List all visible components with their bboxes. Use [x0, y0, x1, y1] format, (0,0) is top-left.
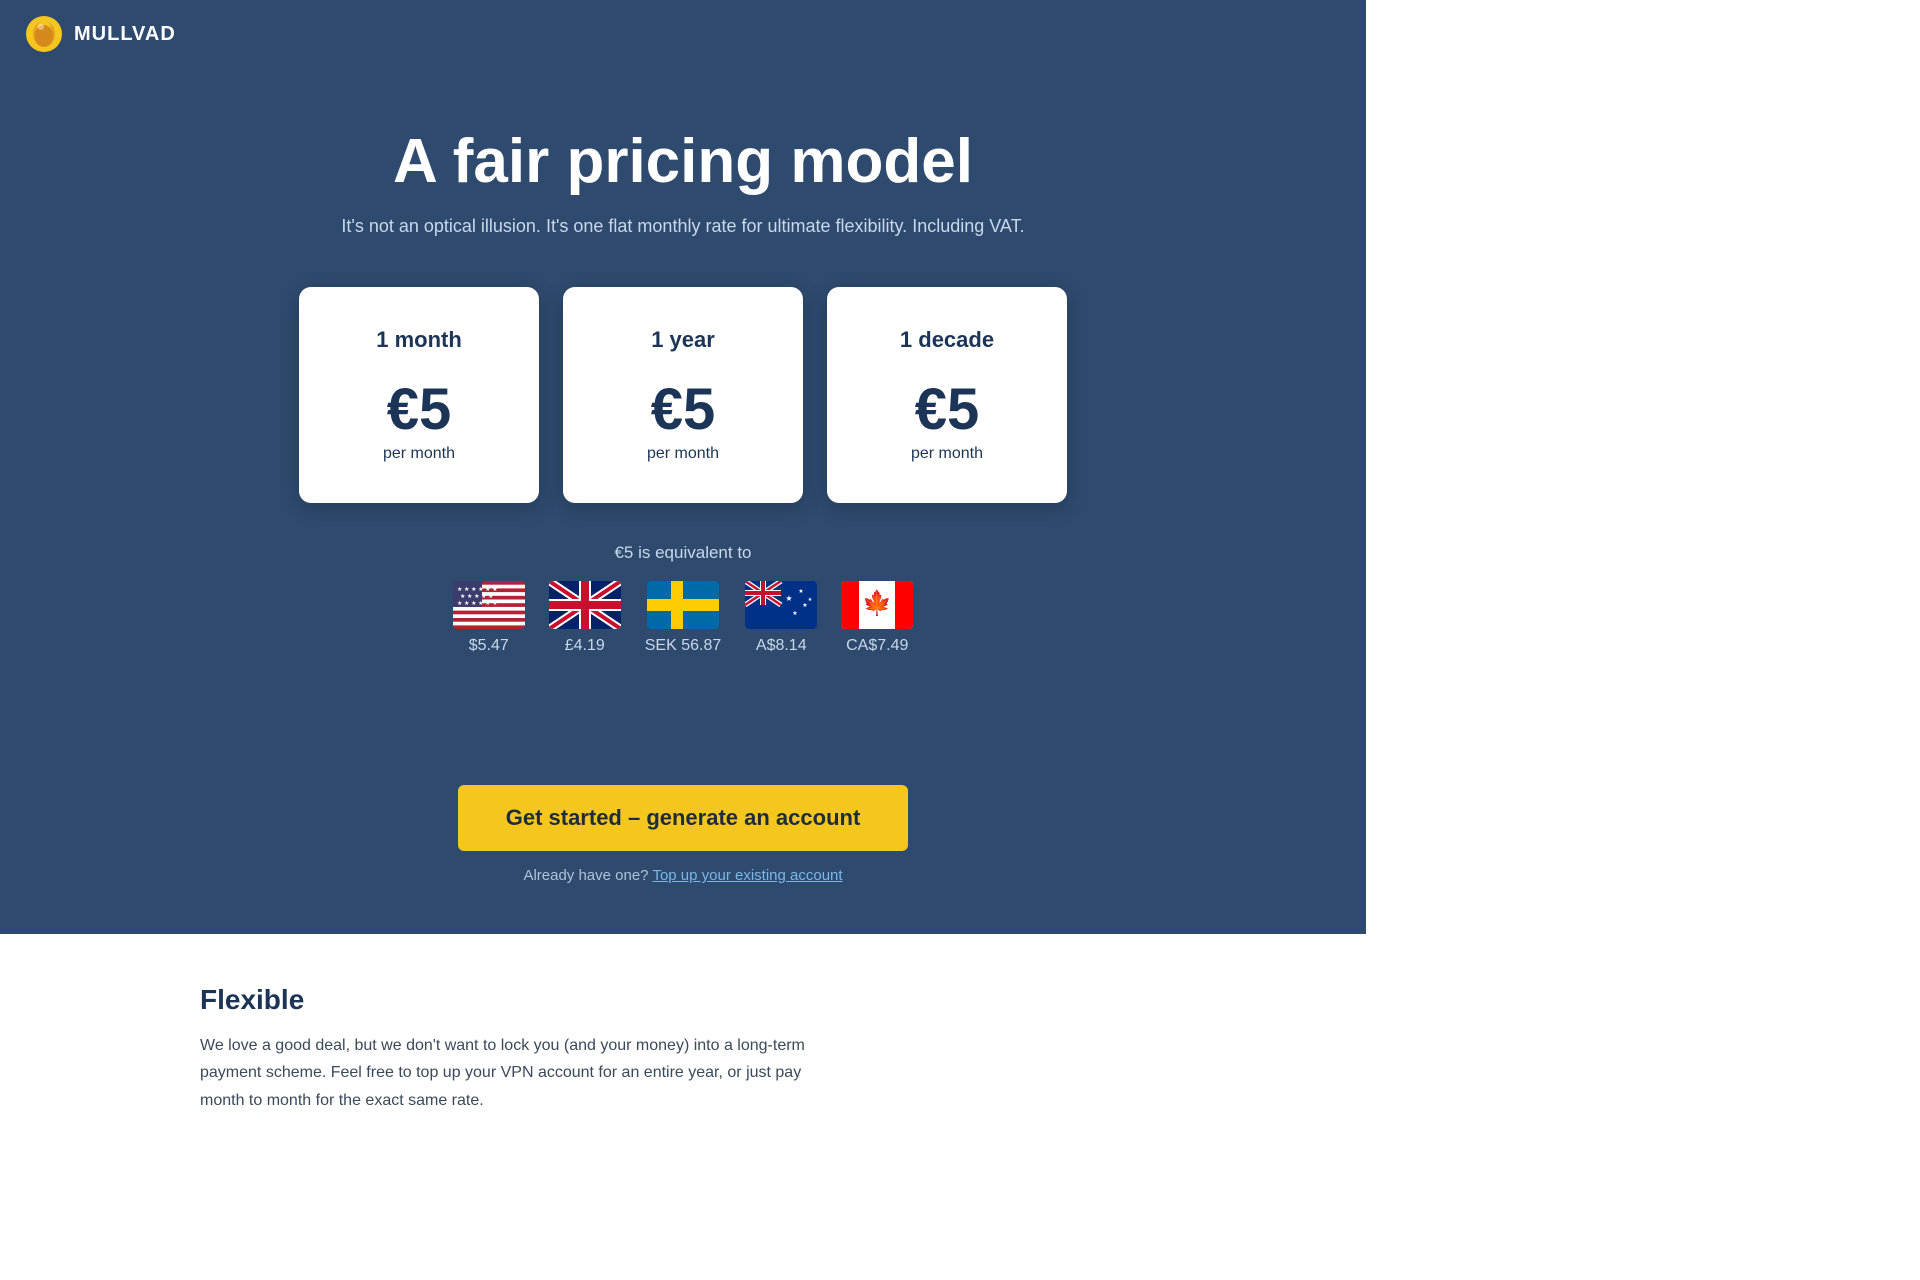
currency-usd: ★ ★ ★ ★ ★ ★ ★ ★ ★ ★ ★ ★ ★ ★ ★ ★ ★ $5.47	[453, 581, 525, 655]
pricing-cards: 1 month €5 per month 1 year €5 per month…	[20, 287, 1346, 503]
logo-text: MULLVAD	[74, 23, 176, 46]
svg-text:★ ★ ★ ★ ★ ★: ★ ★ ★ ★ ★ ★	[457, 600, 498, 607]
pricing-card-year: 1 year €5 per month	[563, 287, 803, 503]
currency-sek: SEK 56.87	[645, 581, 722, 655]
hero-title: A fair pricing model	[20, 128, 1346, 196]
equivalency-section: €5 is equivalent to ★ ★ ★ ★ ★ ★	[20, 543, 1346, 655]
card-year-price: €5	[611, 381, 755, 439]
svg-text:★: ★	[786, 594, 793, 603]
svg-text:★ ★ ★ ★ ★ ★: ★ ★ ★ ★ ★ ★	[457, 586, 498, 593]
currency-gbp: £4.19	[549, 581, 621, 655]
svg-text:★: ★	[799, 588, 804, 595]
flexible-text: We love a good deal, but we don't want t…	[200, 1032, 820, 1114]
svg-text:★: ★	[808, 597, 813, 603]
svg-text:🍁: 🍁	[862, 589, 892, 617]
flexible-title: Flexible	[200, 984, 1166, 1016]
header: MULLVAD	[0, 0, 1366, 68]
logo[interactable]: MULLVAD	[24, 14, 176, 54]
existing-account-prefix: Already have one?	[523, 867, 648, 884]
pricing-card-decade: 1 decade €5 per month	[827, 287, 1067, 503]
currency-aud: ★ ★ ★ ★ ★ A$8.14	[745, 581, 817, 655]
card-decade-price: €5	[875, 381, 1019, 439]
card-month-price: €5	[347, 381, 491, 439]
flag-gb-icon	[549, 581, 621, 629]
top-up-link[interactable]: Top up your existing account	[652, 867, 842, 884]
generate-account-button[interactable]: Get started – generate an account	[458, 785, 909, 851]
flag-ca-icon: 🍁	[841, 581, 913, 629]
svg-text:★: ★	[803, 602, 808, 609]
card-year-duration: 1 year	[611, 327, 755, 353]
currency-flags: ★ ★ ★ ★ ★ ★ ★ ★ ★ ★ ★ ★ ★ ★ ★ ★ ★ $5.47	[20, 581, 1346, 655]
hero-subtitle: It's not an optical illusion. It's one f…	[20, 216, 1346, 237]
flag-au-icon: ★ ★ ★ ★ ★	[745, 581, 817, 629]
currency-usd-value: $5.47	[469, 637, 509, 655]
currency-aud-value: A$8.14	[756, 637, 807, 655]
pricing-card-month: 1 month €5 per month	[299, 287, 539, 503]
currency-gbp-value: £4.19	[565, 637, 605, 655]
svg-text:★: ★	[793, 610, 798, 617]
hero-section: A fair pricing model It's not an optical…	[0, 68, 1366, 755]
below-section: Flexible We love a good deal, but we don…	[0, 934, 1366, 1154]
currency-sek-value: SEK 56.87	[645, 637, 722, 655]
card-decade-duration: 1 decade	[875, 327, 1019, 353]
currency-cad-value: CA$7.49	[846, 637, 908, 655]
card-month-period: per month	[347, 445, 491, 463]
flag-us-icon: ★ ★ ★ ★ ★ ★ ★ ★ ★ ★ ★ ★ ★ ★ ★ ★ ★	[453, 581, 525, 629]
card-month-duration: 1 month	[347, 327, 491, 353]
currency-cad: 🍁 CA$7.49	[841, 581, 913, 655]
cta-section: Get started – generate an account Alread…	[0, 755, 1366, 934]
card-decade-period: per month	[875, 445, 1019, 463]
equivalency-label: €5 is equivalent to	[20, 543, 1346, 563]
existing-account-text: Already have one? Top up your existing a…	[20, 867, 1346, 884]
card-year-period: per month	[611, 445, 755, 463]
logo-icon	[24, 14, 64, 54]
svg-text:★ ★ ★ ★ ★: ★ ★ ★ ★ ★	[460, 593, 494, 600]
flag-se-icon	[647, 581, 719, 629]
